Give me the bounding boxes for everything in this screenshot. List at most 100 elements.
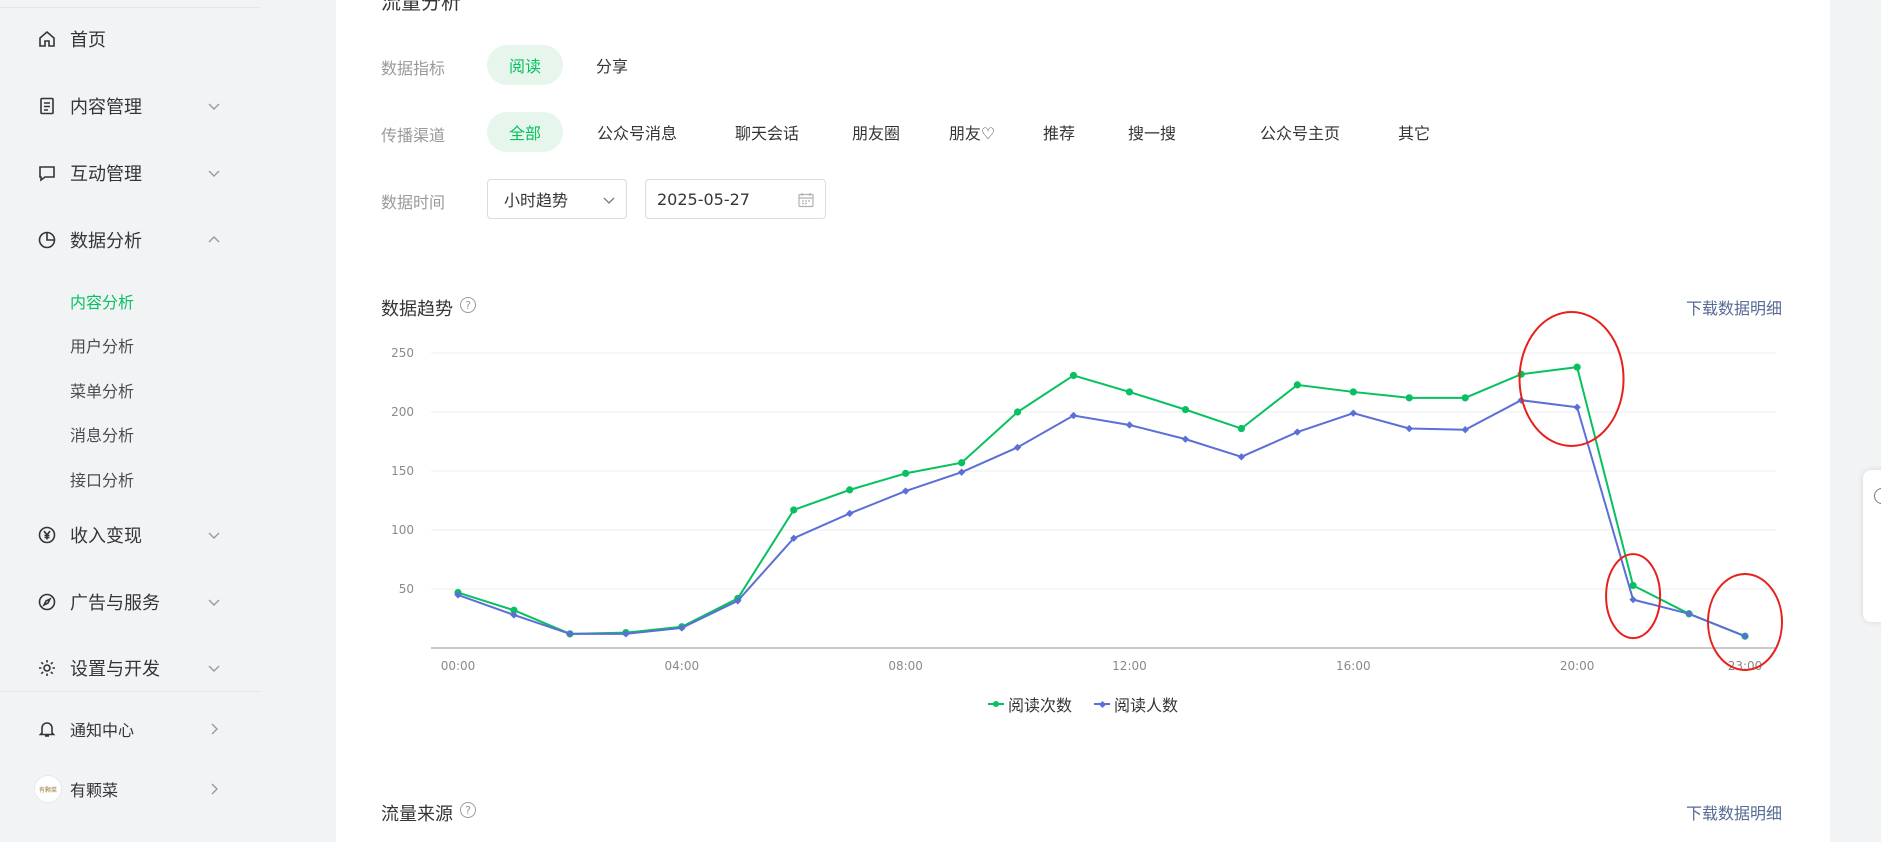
data-point-reader-count — [1349, 409, 1357, 417]
data-point-read-count — [1069, 371, 1078, 380]
annotation-ellipse — [1707, 573, 1783, 672]
sidebar-subitem-message-analysis[interactable]: 消息分析 — [70, 422, 134, 446]
chart-legend: 阅读次数 阅读人数 — [988, 692, 1178, 716]
data-point-reader-count — [1685, 610, 1693, 618]
sidebar-item-account[interactable]: 有颗菜 有颗菜 — [0, 769, 240, 809]
data-point-read-count — [1125, 388, 1134, 396]
sidebar-subitem-menu-analysis[interactable]: 菜单分析 — [70, 378, 134, 402]
x-tick-label: 08:00 — [888, 659, 923, 673]
sidebar-item-monetization[interactable]: 收入变现 — [0, 515, 240, 555]
data-point-read-count — [1461, 394, 1469, 402]
sidebar-item-interaction-management[interactable]: 互动管理 — [0, 153, 240, 193]
chevron-down-icon — [206, 660, 222, 676]
data-point-read-count — [1405, 394, 1413, 402]
chevron-down-icon — [206, 527, 222, 543]
legend-item-read-count[interactable]: 阅读次数 — [988, 692, 1072, 716]
sidebar-subitem-api-analysis[interactable]: 接口分析 — [70, 467, 134, 491]
data-point-reader-count — [1405, 424, 1413, 433]
chevron-down-icon — [206, 594, 222, 610]
x-tick-label: 12:00 — [1112, 659, 1147, 673]
message-icon — [36, 162, 58, 184]
x-tick-label: 16:00 — [1336, 659, 1371, 673]
sidebar: 首页 内容管理 互动管理 数据分析 内容分析 用户分析 菜单分析 消息分析 接口… — [0, 0, 260, 842]
sidebar-item-content-management[interactable]: 内容管理 — [0, 86, 240, 126]
legend-label: 阅读人数 — [1114, 696, 1179, 715]
data-point-reader-count — [1237, 453, 1246, 461]
sidebar-item-ads-services[interactable]: 广告与服务 — [0, 582, 240, 622]
y-tick-label: 250 — [391, 346, 414, 360]
sidebar-top-divider — [0, 7, 260, 8]
home-icon — [36, 28, 58, 50]
series-line-reader-count — [457, 399, 1746, 638]
data-point-reader-count — [1461, 426, 1469, 434]
data-point-reader-count — [1629, 595, 1637, 604]
legend-circle-marker-icon — [988, 699, 1004, 709]
legend-item-reader-count[interactable]: 阅读人数 — [1094, 692, 1178, 716]
data-point-reader-count — [1741, 632, 1749, 640]
help-circle-icon — [1874, 488, 1881, 504]
data-point-read-count — [1349, 388, 1357, 396]
account-name: 有颗菜 — [70, 781, 119, 800]
pie-chart-icon — [36, 229, 58, 251]
sidebar-item-label: 数据分析 — [70, 231, 142, 252]
data-point-read-count — [1573, 363, 1581, 371]
sidebar-item-data-analysis[interactable]: 数据分析 — [0, 220, 240, 260]
data-point-reader-count — [1293, 428, 1302, 436]
data-point-reader-count — [1181, 435, 1190, 443]
sidebar-item-label: 收入变现 — [70, 526, 142, 547]
legend-label: 阅读次数 — [1008, 696, 1073, 715]
sidebar-item-home[interactable]: 首页 — [0, 19, 240, 59]
legend-diamond-marker-icon — [1094, 699, 1111, 709]
sidebar-item-label: 设置与开发 — [70, 659, 160, 680]
sidebar-item-notifications[interactable]: 通知中心 — [0, 709, 240, 749]
data-point-read-count — [1237, 424, 1245, 433]
sidebar-item-label: 首页 — [70, 30, 106, 51]
sidebar-item-label: 互动管理 — [70, 164, 142, 185]
data-point-read-count — [846, 486, 854, 494]
data-point-reader-count — [846, 509, 854, 518]
chevron-down-icon — [206, 98, 222, 114]
sidebar-item-label: 内容管理 — [70, 97, 142, 118]
sidebar-item-label: 通知中心 — [70, 721, 135, 740]
data-point-reader-count — [1125, 421, 1134, 429]
data-point-read-count — [958, 459, 966, 467]
sidebar-item-settings-dev[interactable]: 设置与开发 — [0, 648, 240, 688]
side-float-widget[interactable] — [1863, 470, 1881, 622]
document-icon — [36, 95, 58, 117]
chevron-right-icon — [206, 781, 222, 797]
data-point-read-count — [1013, 408, 1022, 416]
sidebar-subitem-user-analysis[interactable]: 用户分析 — [70, 333, 134, 357]
series-line-read-count — [457, 366, 1746, 638]
data-point-reader-count — [957, 468, 966, 476]
data-point-read-count — [1293, 381, 1301, 389]
source-section-title: 流量来源 — [381, 804, 453, 825]
y-tick-label: 200 — [391, 405, 414, 419]
data-point-reader-count — [901, 487, 910, 495]
chevron-right-icon — [206, 721, 222, 737]
sidebar-item-label: 广告与服务 — [70, 593, 160, 614]
bell-icon — [36, 718, 58, 740]
chevron-up-icon — [206, 232, 222, 248]
yen-icon — [36, 524, 58, 546]
sidebar-bottom-divider — [0, 691, 260, 692]
data-point-reader-count — [566, 630, 574, 638]
compass-icon — [36, 591, 58, 613]
gear-icon — [36, 657, 58, 679]
data-point-read-count — [902, 469, 910, 477]
avatar: 有颗菜 — [34, 775, 62, 803]
y-tick-label: 100 — [391, 523, 414, 537]
x-tick-label: 00:00 — [441, 659, 476, 673]
annotation-ellipse — [1518, 310, 1625, 447]
data-point-read-count — [790, 506, 798, 514]
chevron-down-icon — [206, 165, 222, 181]
sidebar-subitem-content-analysis[interactable]: 内容分析 — [70, 289, 134, 313]
data-point-read-count — [1181, 406, 1190, 414]
y-tick-label: 50 — [399, 582, 414, 596]
main-panel: 流量分析 数据指标 阅读 分享 传播渠道 全部 公众号消息 聊天会话 朋友圈 朋… — [336, 0, 1830, 842]
y-tick-label: 150 — [391, 464, 414, 478]
help-icon[interactable]: ? — [460, 802, 476, 818]
x-tick-label: 04:00 — [665, 659, 700, 673]
x-tick-label: 20:00 — [1560, 659, 1595, 673]
data-point-reader-count — [1573, 403, 1581, 411]
download-source-data-link[interactable]: 下载数据明细 — [1686, 800, 1782, 824]
